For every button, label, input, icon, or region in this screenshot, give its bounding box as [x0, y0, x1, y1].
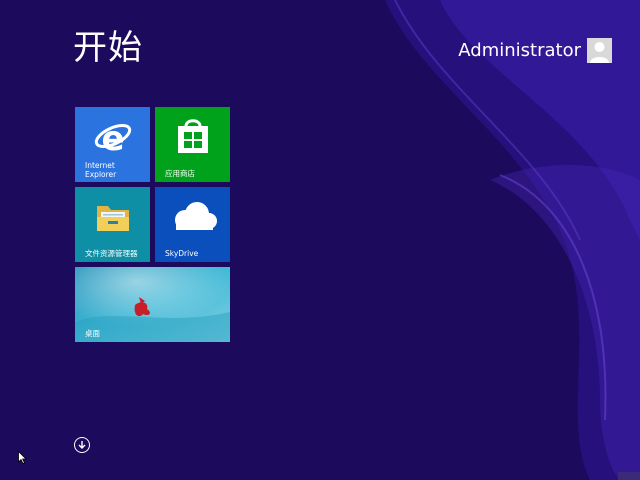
- tile-ie-label-2: Explorer: [85, 170, 117, 179]
- tile-file-explorer[interactable]: 文件资源管理器: [75, 187, 150, 262]
- user-account[interactable]: Administrator: [458, 38, 612, 63]
- tile-skydrive-label: SkyDrive: [165, 249, 199, 258]
- user-silhouette-icon[interactable]: [587, 38, 612, 63]
- tile-store[interactable]: 应用商店: [155, 107, 230, 182]
- tile-skydrive[interactable]: SkyDrive: [155, 187, 230, 262]
- tile-store-label: 应用商店: [165, 169, 195, 178]
- arrow-down-circle-icon[interactable]: [74, 437, 90, 453]
- tile-file-explorer-label: 文件资源管理器: [85, 249, 138, 258]
- user-name: Administrator: [458, 39, 581, 61]
- cloud-icon: [175, 202, 217, 230]
- tile-internet-explorer[interactable]: e Internet Explorer: [75, 107, 150, 182]
- internet-explorer-icon: e: [94, 119, 132, 155]
- corner-indicator: [618, 472, 640, 480]
- tile-ie-label-1: Internet: [85, 161, 115, 170]
- mouse-pointer-icon: [18, 451, 27, 464]
- tile-desktop[interactable]: 桌面: [75, 267, 230, 342]
- store-bag-icon: [178, 119, 208, 153]
- start-title: 开始: [73, 28, 143, 68]
- folder-icon: [97, 206, 129, 231]
- tile-desktop-label: 桌面: [85, 329, 100, 338]
